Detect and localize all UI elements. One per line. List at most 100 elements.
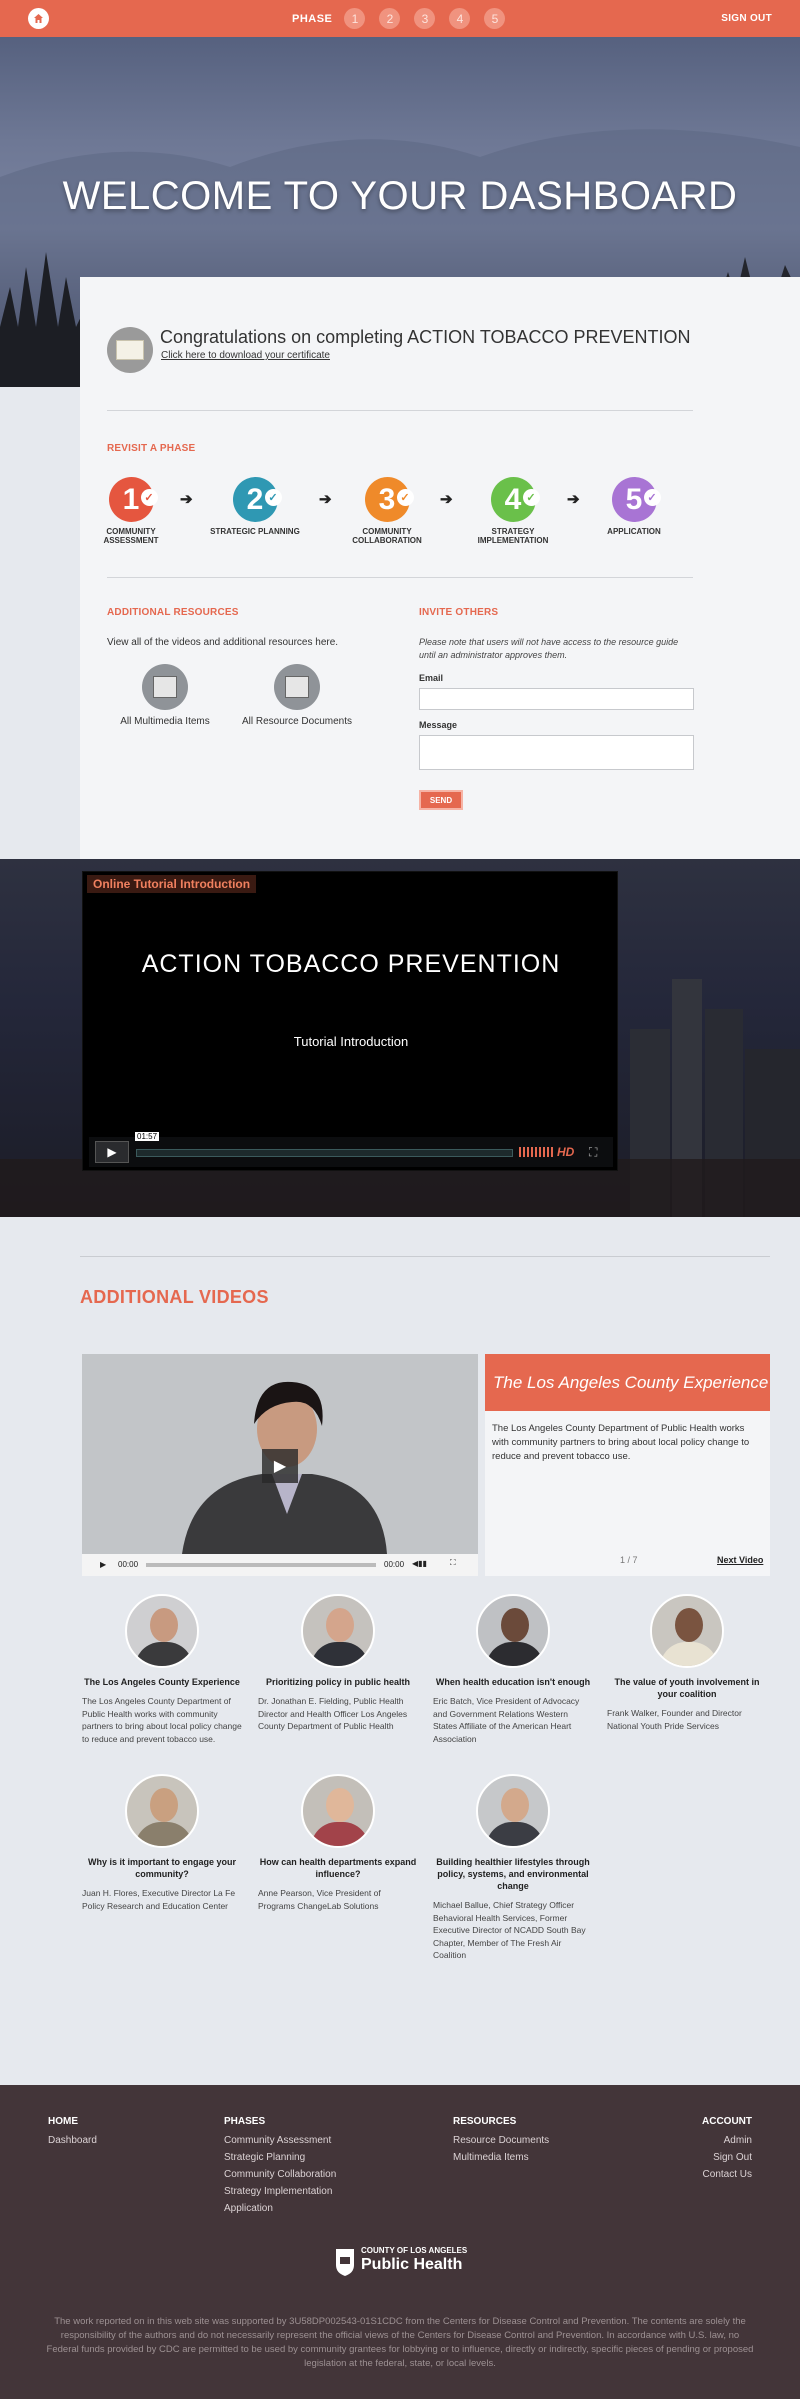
footer-heading: PHASES [224,2116,266,2127]
video-item[interactable]: The Los Angeles County Experience The Lo… [82,1594,242,1745]
footer-link[interactable]: Multimedia Items [453,2149,549,2166]
video-item[interactable]: When health education isn't enough Eric … [433,1594,593,1745]
footer-link[interactable]: Admin [702,2132,752,2149]
footer: HOME Dashboard PHASES Community Assessme… [0,2085,800,2399]
arrow-right-icon: ➔ [319,491,332,508]
send-button[interactable]: SEND [419,790,463,810]
funding-disclaimer: The work reported on in this web site wa… [46,2316,754,2369]
avatar [476,1594,550,1668]
phase-step-5[interactable]: 5 ✓ APPLICATION [584,477,684,536]
phase-dot-2[interactable]: 2 [379,8,401,29]
video-item-desc: Michael Ballue, Chief Strategy Officer B… [433,1900,586,1960]
video-item-desc: The Los Angeles County Department of Pub… [82,1696,242,1744]
check-icon: ✓ [522,489,540,506]
additional-videos-title: ADDITIONAL VIDEOS [80,1287,269,1307]
arrow-right-icon: ➔ [180,491,193,508]
arrow-right-icon: ➔ [567,491,580,508]
video-item[interactable]: Building healthier lifestyles through po… [433,1774,593,1962]
footer-link[interactable]: Strategy Implementation [224,2183,336,2200]
all-documents-link[interactable]: All Resource Documents [237,664,357,727]
volume-slider[interactable] [519,1147,553,1157]
home-icon[interactable] [28,8,49,29]
multimedia-label: All Multimedia Items [120,716,210,727]
phase-dot-1[interactable]: 1 [344,8,366,29]
sign-out-link[interactable]: SIGN OUT [721,13,772,24]
footer-link[interactable]: Community Collaboration [224,2166,336,2183]
video-item-title: When health education isn't enough [435,1677,591,1687]
public-health-logo[interactable]: COUNTY OF LOS ANGELES Public Health [334,2245,474,2281]
check-icon: ✓ [643,489,661,506]
email-field[interactable] [419,688,694,710]
phase-step-1[interactable]: 1 ✓ COMMUNITY ASSESSMENT [81,477,181,545]
video-label: Online Tutorial Introduction [87,875,257,893]
check-icon: ✓ [140,489,158,506]
resources-description: View all of the videos and additional re… [107,637,339,648]
video-item[interactable]: How can health departments expand influe… [258,1774,418,1912]
next-video-link[interactable]: Next Video [717,1555,763,1565]
video-item[interactable]: Why is it important to engage your commu… [82,1774,242,1912]
phase-dot-4[interactable]: 4 [449,8,471,29]
featured-video-info: The Los Angeles County Experience The Lo… [485,1354,770,1576]
footer-link[interactable]: Community Assessment [224,2132,336,2149]
download-certificate-link[interactable]: Click here to download your certificate [161,350,330,361]
volume-icon[interactable]: ◀▮▮ [412,1559,427,1568]
video-subtitle: Tutorial Introduction [293,1034,409,1049]
documents-label: All Resource Documents [241,716,353,727]
footer-heading: HOME [48,2116,78,2127]
tutorial-video-player[interactable]: Online Tutorial Introduction ACTION TOBA… [82,871,618,1171]
phase-step-label: STRATEGY IMPLEMENTATION [477,527,549,545]
phase-step-4[interactable]: 4 ✓ STRATEGY IMPLEMENTATION [463,477,563,545]
revisit-phase-title: REVISIT A PHASE [107,443,196,454]
documents-icon [274,664,320,710]
phase-step-3[interactable]: 3 ✓ COMMUNITY COLLABORATION [337,477,437,545]
footer-account-column: ACCOUNT Admin Sign Out Contact Us [702,2116,752,2183]
footer-heading: RESOURCES [453,2116,517,2127]
footer-link[interactable]: Sign Out [702,2149,752,2166]
phase-step-label: APPLICATION [607,527,661,536]
tutorial-video-section: Online Tutorial Introduction ACTION TOBA… [0,859,800,1217]
fullscreen-icon[interactable]: ⛶ [450,1558,456,1568]
footer-heading: ACCOUNT [702,2116,752,2127]
all-multimedia-link[interactable]: All Multimedia Items [105,664,225,727]
avatar [301,1594,375,1668]
divider [107,577,693,578]
featured-video-player[interactable]: ▶ ▶ 00:00 00:00 ◀▮▮ ⛶ [82,1354,478,1576]
footer-link-dashboard[interactable]: Dashboard [48,2132,97,2149]
video-item-desc: Anne Pearson, Vice President of Programs… [258,1888,381,1911]
time-end: 00:00 [384,1560,405,1569]
phase-step-label: COMMUNITY COLLABORATION [352,527,422,545]
phase-step-label: STRATEGIC PLANNING [210,527,300,536]
phase-3-circle: 3 ✓ [364,477,414,522]
message-field[interactable] [419,735,694,770]
phase-step-2[interactable]: 2 ✓ STRATEGIC PLANNING [205,477,305,536]
certificate-title: Congratulations on completing ACTION TOB… [160,327,691,347]
play-icon[interactable]: ▶ [262,1449,298,1483]
phase-5-circle: 5 ✓ [611,477,661,522]
fullscreen-icon[interactable]: ⛶ [589,1145,597,1160]
invite-others-title: INVITE OTHERS [419,607,499,618]
message-label: Message [419,720,458,730]
video-scrubber[interactable] [136,1149,513,1157]
county-seal-icon [336,2249,354,2276]
time-start: 00:00 [118,1560,139,1569]
divider [107,410,693,411]
top-nav-bar: PHASE 1 2 3 4 5 SIGN OUT [0,0,800,37]
phase-dot-3[interactable]: 3 [414,8,436,29]
play-icon[interactable]: ▶ [100,1560,106,1569]
featured-scrubber[interactable] [146,1563,376,1567]
invite-note: Please note that users will not have acc… [419,637,679,660]
footer-link[interactable]: Strategic Planning [224,2149,336,2166]
phase-dot-5[interactable]: 5 [484,8,506,29]
video-item-title: Prioritizing policy in public health [265,1677,410,1687]
footer-link[interactable]: Resource Documents [453,2132,549,2149]
avatar [301,1774,375,1848]
play-icon[interactable]: ▶ [95,1141,129,1163]
video-item[interactable]: Prioritizing policy in public health Dr.… [258,1594,418,1733]
footer-link[interactable]: Application [224,2200,336,2217]
multimedia-icon [142,664,188,710]
logo-main-text: Public Health [361,2256,463,2273]
hd-toggle[interactable]: HD [557,1145,574,1159]
video-item[interactable]: The value of youth involvement in your c… [607,1594,767,1732]
dashboard-card: Congratulations on completing ACTION TOB… [80,277,800,859]
footer-link[interactable]: Contact Us [702,2166,752,2183]
